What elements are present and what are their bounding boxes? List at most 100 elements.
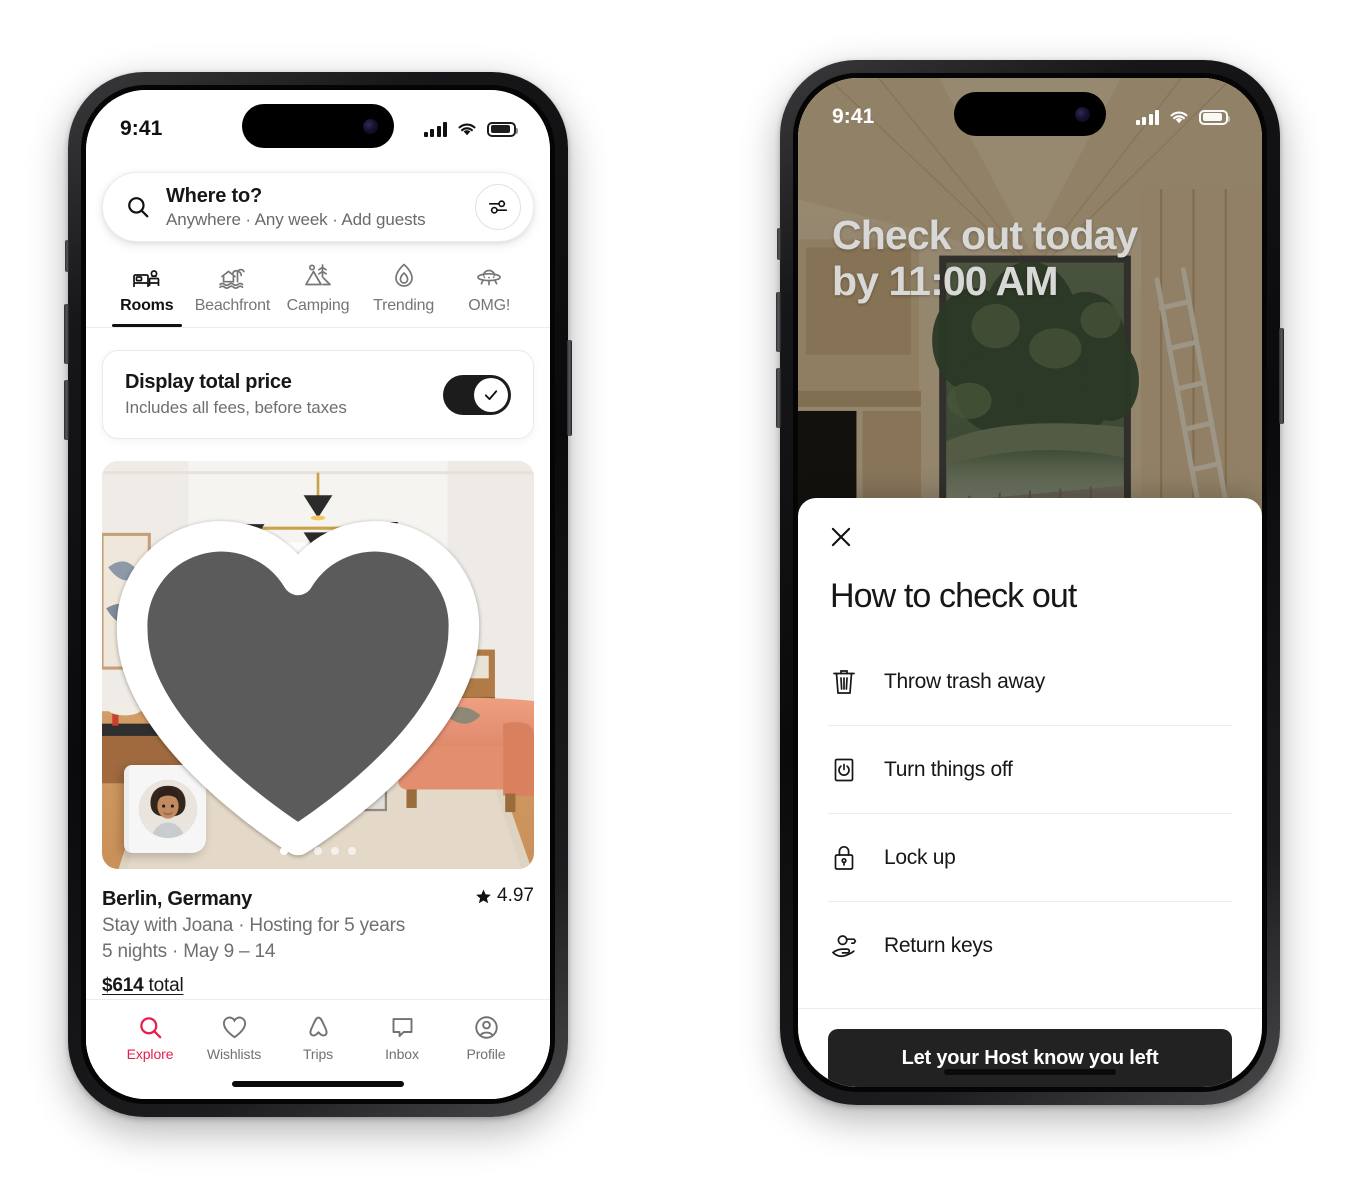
- cellular-bars-icon: [1135, 109, 1159, 125]
- category-tab-omg[interactable]: OMG!: [446, 260, 532, 327]
- silent-switch[interactable]: [777, 228, 781, 260]
- tab-inbox[interactable]: Inbox: [360, 1014, 444, 1062]
- tab-label: Inbox: [385, 1046, 419, 1062]
- camping-tent-icon: [303, 260, 333, 290]
- phone-right-screen: 9:41 Check out today by 11:00 AM How to …: [798, 78, 1262, 1087]
- search-icon: [128, 197, 149, 218]
- ufo-icon: [474, 260, 504, 290]
- checkout-headline-line2: by 11:00 AM: [832, 258, 1058, 305]
- battery-icon: [1199, 109, 1230, 125]
- volume-up-button[interactable]: [776, 292, 781, 352]
- listing-rating-value: 4.97: [497, 885, 534, 906]
- category-tabs: Rooms Beachfront Camping Trending OMG!: [86, 242, 550, 327]
- phone-left-bezel: 9:41 Where to? Anywhere · Any week · Add…: [81, 85, 555, 1104]
- trash-icon: [828, 667, 860, 697]
- carousel-dot[interactable]: [314, 847, 322, 855]
- dynamic-island: [954, 92, 1106, 136]
- power-button[interactable]: [1279, 328, 1284, 424]
- checkout-step-return-keys[interactable]: Return keys: [828, 902, 1232, 990]
- tab-profile[interactable]: Profile: [444, 1014, 528, 1062]
- screenshot-canvas: 9:41 Where to? Anywhere · Any week · Add…: [0, 0, 1371, 1179]
- listing-price-amount: $614: [102, 974, 144, 996]
- display-total-price-toggle[interactable]: [443, 374, 511, 415]
- check-icon: [484, 389, 498, 400]
- listing-location: Berlin, Germany: [102, 887, 253, 910]
- phone-left: 9:41 Where to? Anywhere · Any week · Add…: [64, 72, 572, 1117]
- checkout-step-turn-things-off[interactable]: Turn things off: [828, 726, 1232, 814]
- front-camera-icon: [1075, 106, 1090, 122]
- checkout-step-label: Return keys: [884, 934, 993, 957]
- toggle-card-title: Display total price: [125, 371, 292, 393]
- heart-filled-icon[interactable]: [102, 483, 514, 869]
- tab-trips[interactable]: Trips: [276, 1014, 360, 1062]
- filter-sliders-icon: [488, 200, 508, 214]
- sheet-footer: Let your Host know you left: [798, 1008, 1262, 1087]
- tab-label: Profile: [466, 1046, 506, 1062]
- toggle-knob: [474, 377, 508, 412]
- sheet-title: How to check out: [830, 577, 1077, 615]
- volume-down-button[interactable]: [776, 368, 781, 428]
- tab-explore[interactable]: Explore: [108, 1014, 192, 1062]
- wifi-icon: [1170, 111, 1188, 124]
- listing-price[interactable]: $614 total: [102, 975, 534, 997]
- category-label: Beachfront: [194, 297, 271, 314]
- bed-room-icon: [132, 260, 162, 290]
- checkout-step-label: Lock up: [884, 845, 956, 869]
- status-time: 9:41: [120, 117, 163, 140]
- volume-up-button[interactable]: [64, 304, 69, 364]
- search-title: Where to?: [166, 184, 262, 207]
- checkout-step-lock-up[interactable]: Lock up: [828, 814, 1232, 902]
- checkout-step-throw-trash[interactable]: Throw trash away: [828, 638, 1232, 726]
- checkout-headline-line1: Check out today: [832, 212, 1138, 258]
- search-subtitle: Anywhere · Any week · Add guests: [166, 209, 426, 229]
- silent-switch[interactable]: [65, 240, 69, 272]
- battery-icon: [487, 121, 518, 137]
- category-label: OMG!: [468, 297, 511, 314]
- category-tab-rooms[interactable]: Rooms: [104, 260, 190, 327]
- display-total-price-card[interactable]: Display total price Includes all fees, b…: [102, 350, 534, 439]
- power-button[interactable]: [567, 340, 572, 436]
- lock-icon: [828, 843, 860, 873]
- volume-down-button[interactable]: [64, 380, 69, 440]
- close-icon[interactable]: [828, 524, 854, 550]
- how-to-check-out-sheet: How to check out Throw trash away Turn t…: [798, 498, 1262, 1087]
- category-label: Rooms: [120, 297, 174, 314]
- status-icons: [1135, 109, 1230, 125]
- status-time: 9:41: [832, 105, 875, 128]
- checkout-headline: Check out today by 11:00 AM: [832, 212, 1226, 305]
- search-icon: [139, 1017, 161, 1039]
- sheet-close-row: [798, 498, 1262, 555]
- photo-carousel-dots[interactable]: [280, 847, 356, 855]
- search-bar[interactable]: Where to? Anywhere · Any week · Add gues…: [102, 172, 534, 242]
- home-indicator[interactable]: [232, 1081, 404, 1087]
- home-indicator[interactable]: [944, 1069, 1116, 1075]
- search-text: Where to? Anywhere · Any week · Add gues…: [166, 185, 460, 230]
- flame-icon: [391, 260, 417, 290]
- checkout-step-label: Turn things off: [884, 757, 1013, 781]
- app-header: Where to? Anywhere · Any week · Add gues…: [86, 90, 550, 997]
- category-divider: [86, 327, 550, 328]
- toggle-card-text: Display total price Includes all fees, b…: [125, 371, 347, 418]
- wifi-icon: [458, 123, 476, 136]
- let-host-know-button[interactable]: Let your Host know you left: [828, 1029, 1232, 1087]
- category-tab-trending[interactable]: Trending: [361, 260, 447, 327]
- carousel-dot[interactable]: [297, 847, 305, 855]
- beachfront-icon: [217, 260, 247, 290]
- phone-right-bezel: 9:41 Check out today by 11:00 AM How to …: [793, 73, 1267, 1092]
- toggle-card-subtitle: Includes all fees, before taxes: [125, 398, 347, 417]
- category-tab-beachfront[interactable]: Beachfront: [190, 260, 276, 327]
- tab-label: Trips: [302, 1046, 334, 1062]
- listing-photo[interactable]: [102, 461, 534, 869]
- filter-button[interactable]: [475, 184, 521, 230]
- carousel-dot[interactable]: [348, 847, 356, 855]
- carousel-dot[interactable]: [331, 847, 339, 855]
- listing-price-suffix: total: [143, 974, 184, 996]
- airbnb-belo-icon: [308, 1016, 328, 1037]
- checkout-steps-list: Throw trash away Turn things off Lock up…: [798, 638, 1262, 990]
- chat-bubble-icon: [392, 1018, 412, 1038]
- listing-card[interactable]: Berlin, Germany 4.97 Stay with Joana · H…: [102, 461, 534, 997]
- dynamic-island: [242, 104, 394, 148]
- carousel-dot[interactable]: [280, 847, 288, 855]
- category-tab-camping[interactable]: Camping: [275, 260, 361, 327]
- tab-wishlists[interactable]: Wishlists: [192, 1014, 276, 1062]
